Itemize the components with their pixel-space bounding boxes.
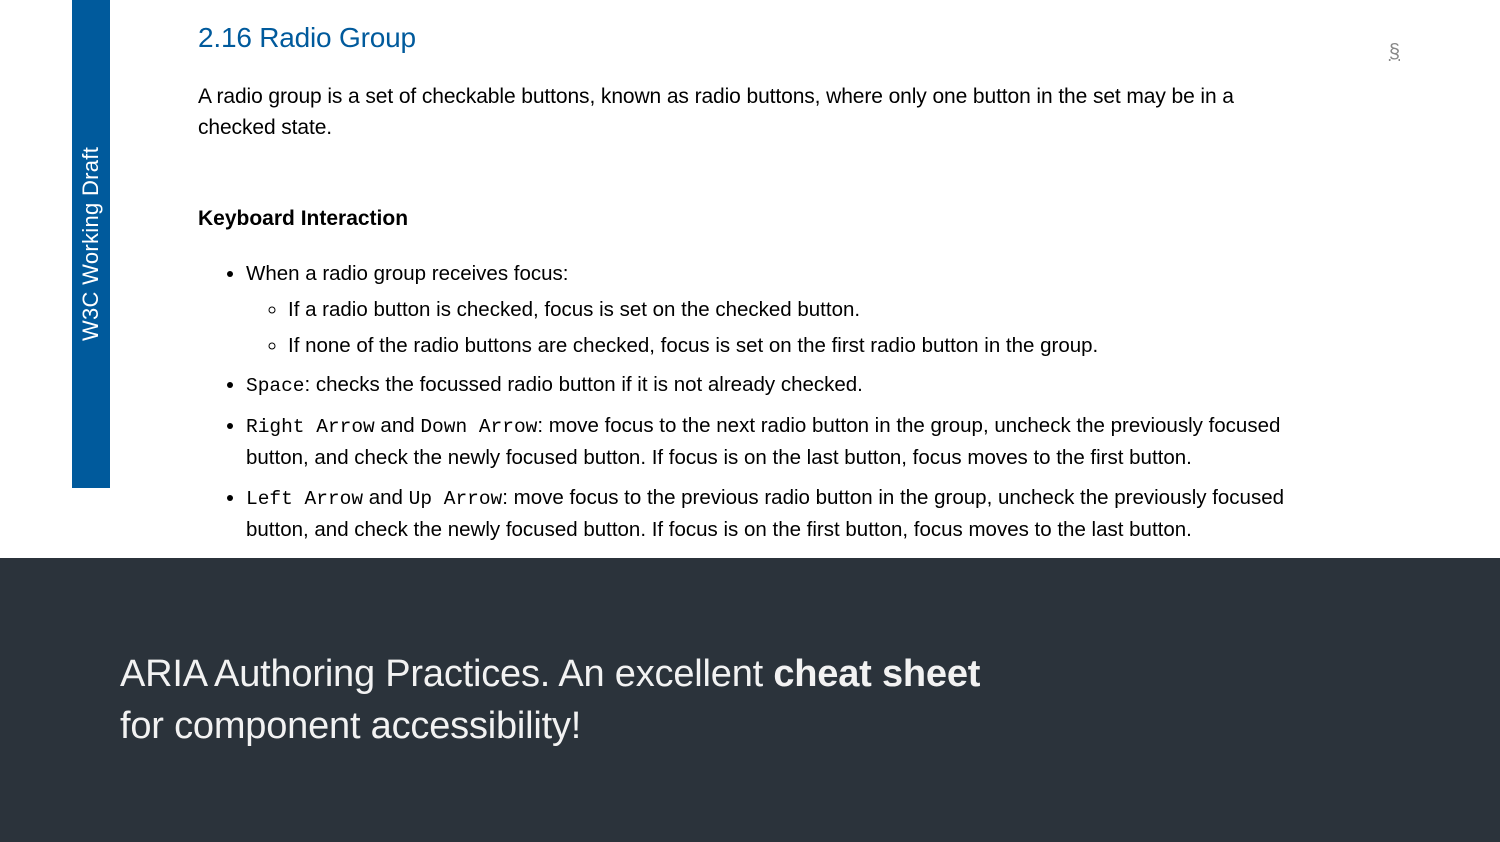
caption-part2: for component accessibility! — [120, 705, 581, 747]
slide-caption: ARIA Authoring Practices. An excellent c… — [120, 648, 1020, 753]
list-item: If none of the radio buttons are checked… — [288, 330, 1306, 362]
nested-list: If a radio button is checked, focus is s… — [246, 294, 1306, 362]
section-heading: 2.16 Radio Group — [198, 18, 1306, 59]
document-content: § 2.16 Radio Group A radio group is a se… — [198, 18, 1306, 554]
caption-part1: ARIA Authoring Practices. An excellent — [120, 653, 773, 695]
list-item-text: : checks the focussed radio button if it… — [305, 373, 863, 396]
keycap-right-arrow: Right Arrow — [246, 416, 375, 438]
list-item: Right Arrow and Down Arrow: move focus t… — [246, 410, 1306, 474]
list-item: When a radio group receives focus: If a … — [246, 258, 1306, 361]
section-permalink-icon[interactable]: § — [1389, 38, 1400, 67]
conjunction: and — [363, 486, 409, 509]
keycap-up-arrow: Up Arrow — [409, 488, 503, 510]
document-top-panel: W3C Working Draft § 2.16 Radio Group A r… — [0, 0, 1500, 558]
keycap-left-arrow: Left Arrow — [246, 488, 363, 510]
section-intro-paragraph: A radio group is a set of checkable butt… — [198, 81, 1306, 144]
keyboard-interaction-heading: Keyboard Interaction — [198, 204, 1306, 234]
slide-caption-panel: ARIA Authoring Practices. An excellent c… — [0, 558, 1500, 842]
w3c-draft-label: W3C Working Draft — [75, 147, 107, 341]
list-item: Left Arrow and Up Arrow: move focus to t… — [246, 482, 1306, 546]
list-item: If a radio button is checked, focus is s… — [288, 294, 1306, 326]
keycap-space: Space — [246, 375, 305, 397]
list-item-text: When a radio group receives focus: — [246, 262, 568, 285]
keycap-down-arrow: Down Arrow — [420, 416, 537, 438]
w3c-draft-tab: W3C Working Draft — [72, 0, 110, 488]
list-item: Space: checks the focussed radio button … — [246, 369, 1306, 401]
keyboard-interaction-list: When a radio group receives focus: If a … — [198, 258, 1306, 545]
conjunction: and — [375, 414, 421, 437]
caption-bold: cheat sheet — [773, 653, 980, 695]
